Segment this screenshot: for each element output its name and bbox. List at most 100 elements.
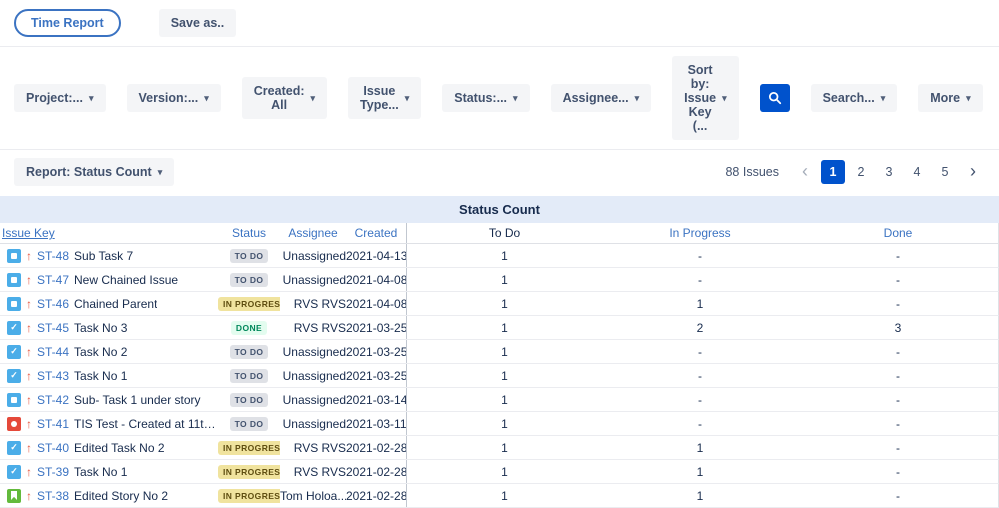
filter-status[interactable]: Status:... ▾ — [442, 84, 529, 112]
done-count: - — [798, 273, 998, 287]
todo-count: 1 — [406, 412, 602, 435]
column-header-in-progress[interactable]: In Progress — [602, 226, 798, 240]
issue-type-icon — [7, 273, 21, 287]
column-header-todo[interactable]: To Do — [406, 223, 602, 243]
todo-count: 1 — [406, 268, 602, 291]
column-header-issue-key[interactable]: Issue Key — [0, 226, 218, 240]
issue-key-link[interactable]: ST-46 — [37, 297, 69, 311]
column-header-status[interactable]: Status — [218, 226, 280, 240]
in-progress-count: - — [602, 345, 798, 359]
assignee: RVS RVS — [280, 297, 346, 311]
issue-key-link[interactable]: ST-44 — [37, 345, 69, 359]
table-row[interactable]: ↑ ST-44 Task No 2 TO DO Unassigned 2021-… — [0, 340, 999, 364]
in-progress-count: - — [602, 273, 798, 287]
issue-key-link[interactable]: ST-43 — [37, 369, 69, 383]
status-badge: IN PROGRESS — [218, 441, 280, 455]
column-header-created[interactable]: Created — [346, 226, 406, 240]
pagination-page-3[interactable]: 3 — [877, 160, 901, 184]
filter-project[interactable]: Project:... ▾ — [14, 84, 106, 112]
filter-version[interactable]: Version:... ▾ — [127, 84, 221, 112]
table-row[interactable]: ↑ ST-42 Sub- Task 1 under story TO DO Un… — [0, 388, 999, 412]
done-count: - — [798, 417, 998, 431]
filter-issue-type[interactable]: Issue Type... ▾ — [348, 77, 421, 119]
issue-key-link[interactable]: ST-47 — [37, 273, 69, 287]
status-badge: TO DO — [230, 417, 269, 431]
issue-type-icon — [7, 417, 21, 431]
issue-key-link[interactable]: ST-48 — [37, 249, 69, 263]
created-date: 2021-03-25 — [346, 369, 406, 383]
priority-up-icon: ↑ — [26, 441, 32, 455]
table-row[interactable]: ↑ ST-47 New Chained Issue TO DO Unassign… — [0, 268, 999, 292]
save-as-button[interactable]: Save as.. — [159, 9, 237, 37]
assignee: Tom Holoa... — [280, 489, 346, 503]
table-row[interactable]: ↑ ST-43 Task No 1 TO DO Unassigned 2021-… — [0, 364, 999, 388]
issue-key-link[interactable]: ST-42 — [37, 393, 69, 407]
priority-up-icon: ↑ — [26, 321, 32, 335]
pagination-next-icon[interactable]: › — [961, 160, 985, 184]
status-badge: TO DO — [230, 345, 269, 359]
filter-assignee-label: Assignee... — [563, 91, 629, 105]
time-report-button[interactable]: Time Report — [14, 9, 121, 37]
report-selector-button[interactable]: Report: Status Count ▾ — [14, 158, 174, 186]
filter-project-label: Project:... — [26, 91, 83, 105]
table-row[interactable]: ↑ ST-40 Edited Task No 2 IN PROGRESS RVS… — [0, 436, 999, 460]
filter-sort-by[interactable]: Sort by: Issue Key (... ▾ — [672, 56, 739, 140]
pagination-page-4[interactable]: 4 — [905, 160, 929, 184]
todo-count: 1 — [406, 388, 602, 411]
pagination-page-5[interactable]: 5 — [933, 160, 957, 184]
report-bar: Report: Status Count ▾ 88 Issues ‹ 1 2 3… — [0, 150, 999, 192]
done-count: - — [798, 441, 998, 455]
table-row[interactable]: ↑ ST-45 Task No 3 DONE RVS RVS 2021-03-2… — [0, 316, 999, 340]
table-row[interactable]: ↑ ST-48 Sub Task 7 TO DO Unassigned 2021… — [0, 244, 999, 268]
issue-type-icon — [7, 393, 21, 407]
table-header-row: Issue Key Status Assignee Created To Do … — [0, 223, 999, 244]
table-row[interactable]: ↑ ST-38 Edited Story No 2 IN PROGRESS To… — [0, 484, 999, 508]
filter-status-label: Status:... — [454, 91, 507, 105]
issue-summary: Sub Task 7 — [74, 249, 133, 263]
issue-key-link[interactable]: ST-38 — [37, 489, 69, 503]
more-button[interactable]: More ▾ — [918, 84, 982, 112]
issue-key-link[interactable]: ST-39 — [37, 465, 69, 479]
in-progress-count: 1 — [602, 441, 798, 455]
todo-count: 1 — [406, 484, 602, 507]
created-date: 2021-04-08 — [346, 273, 406, 287]
in-progress-count: - — [602, 249, 798, 263]
done-count: - — [798, 489, 998, 503]
top-bar: Time Report Save as.. — [0, 0, 999, 47]
filter-bar: Project:... ▾ Version:... ▾ Created: All… — [0, 47, 999, 150]
pagination: 88 Issues ‹ 1 2 3 4 5 › — [725, 160, 985, 184]
search-button[interactable] — [760, 84, 790, 112]
in-progress-count: 1 — [602, 489, 798, 503]
issue-summary: Task No 3 — [74, 321, 127, 335]
table-row[interactable]: ↑ ST-39 Task No 1 IN PROGRESS RVS RVS 20… — [0, 460, 999, 484]
filter-search[interactable]: Search... ▾ — [811, 84, 898, 112]
pagination-page-2[interactable]: 2 — [849, 160, 873, 184]
assignee: Unassigned — [280, 393, 346, 407]
priority-up-icon: ↑ — [26, 369, 32, 383]
issue-summary: Sub- Task 1 under story — [74, 393, 201, 407]
assignee: Unassigned — [280, 273, 346, 287]
table-row[interactable]: ↑ ST-41 TIS Test - Created at 11th March… — [0, 412, 999, 436]
assignee: RVS RVS — [280, 465, 346, 479]
issue-key-link[interactable]: ST-45 — [37, 321, 69, 335]
column-header-done[interactable]: Done — [798, 226, 998, 240]
issue-key-link[interactable]: ST-40 — [37, 441, 69, 455]
priority-up-icon: ↑ — [26, 465, 32, 479]
created-date: 2021-02-28 — [346, 489, 406, 503]
filter-created[interactable]: Created: All ▾ — [242, 77, 327, 119]
issue-type-icon — [7, 489, 21, 503]
issue-key-link[interactable]: ST-41 — [37, 417, 69, 431]
filter-assignee[interactable]: Assignee... ▾ — [551, 84, 652, 112]
issue-type-icon — [7, 441, 21, 455]
assignee: RVS RVS — [280, 441, 346, 455]
pagination-prev-icon[interactable]: ‹ — [793, 160, 817, 184]
column-header-assignee[interactable]: Assignee — [280, 226, 346, 240]
pagination-page-1[interactable]: 1 — [821, 160, 845, 184]
table-row[interactable]: ↑ ST-46 Chained Parent IN PROGRESS RVS R… — [0, 292, 999, 316]
issue-summary: Edited Story No 2 — [74, 489, 168, 503]
chevron-down-icon: ▾ — [158, 168, 163, 177]
chevron-down-icon: ▾ — [405, 94, 410, 103]
status-badge: IN PROGRESS — [218, 297, 280, 311]
created-date: 2021-03-25 — [346, 321, 406, 335]
in-progress-count: - — [602, 417, 798, 431]
